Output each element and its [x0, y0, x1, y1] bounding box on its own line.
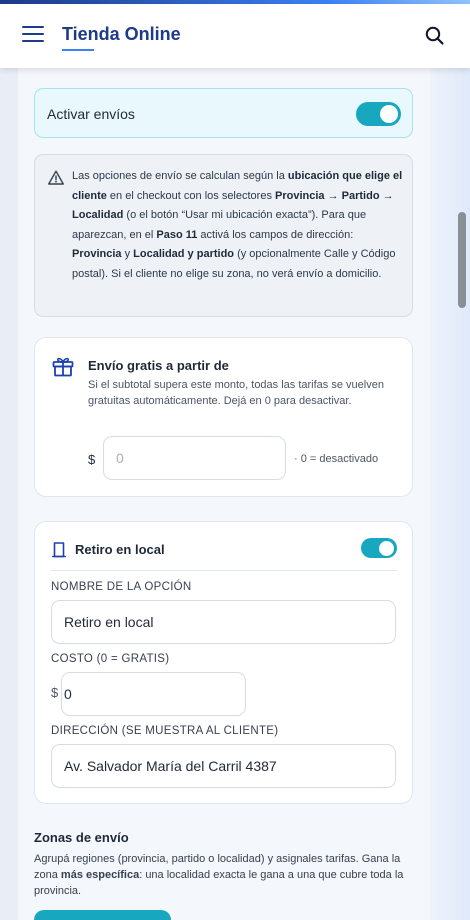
app-header: Tienda Online [0, 4, 470, 68]
shipping-zones-description: Agrupá regiones (provincia, partido o lo… [34, 851, 414, 899]
shipping-zones-title: Zonas de envío [34, 830, 129, 845]
info-text-segment: y [121, 248, 134, 260]
scrollbar-track[interactable] [455, 68, 470, 920]
toggle-knob [379, 540, 394, 556]
page-background-left [0, 68, 18, 920]
free-shipping-title: Envío gratis a partir de [88, 358, 229, 373]
enable-shipping-label: Activar envíos [47, 106, 135, 122]
free-shipping-threshold-input[interactable]: 0 [103, 436, 286, 480]
info-text-segment: en el checkout con los selectores [106, 189, 276, 202]
shipping-info-text: Las opciones de envío se calculan según … [72, 167, 404, 284]
info-text-segment: Las opciones de envío se calculan según … [72, 170, 288, 182]
address-input[interactable]: Av. Salvador María del Carril 4387 [51, 744, 396, 788]
pickup-toggle[interactable] [361, 538, 397, 558]
store-icon [51, 540, 67, 563]
info-text-segment: Localidad y partido [133, 248, 235, 260]
store-title: Tienda Online [62, 24, 181, 44]
free-shipping-description: Si el subtotal supera este monto, todas … [88, 379, 384, 407]
info-text-segment: Paso 11 [156, 228, 198, 241]
address-label: DIRECCIÓN (SE MUESTRA AL CLIENTE) [51, 725, 279, 737]
cost-currency-symbol: $ [51, 685, 59, 700]
search-icon[interactable] [423, 24, 447, 48]
option-name-input[interactable]: Retiro en local [51, 600, 396, 644]
cost-value: 0 [64, 686, 72, 702]
cost-input[interactable]: 0 [61, 672, 246, 716]
enable-shipping-toggle[interactable] [356, 102, 401, 126]
store-pickup-card: Retiro en local NOMBRE DE LA OPCIÓN Reti… [34, 521, 413, 804]
free-shipping-hint: · 0 = desactivado [294, 453, 379, 465]
enable-shipping-row: Activar envíos [34, 88, 413, 138]
shipping-info-box: Las opciones de envío se calculan según … [34, 154, 413, 317]
currency-symbol: $ [88, 452, 96, 467]
pickup-divider [51, 570, 397, 571]
info-text-segment: Provincia [72, 248, 122, 260]
title-underline [62, 49, 94, 51]
address-value: Av. Salvador María del Carril 4387 [64, 758, 277, 774]
info-text-segment: activá los campos de dirección: [197, 228, 354, 241]
pickup-title: Retiro en local [75, 542, 165, 557]
zones-text-segment: más específica [60, 869, 140, 881]
add-zone-button[interactable] [34, 910, 171, 920]
warning-icon [47, 169, 65, 192]
cost-label: COSTO (0 = GRATIS) [51, 653, 170, 665]
hamburger-menu-icon[interactable] [22, 26, 44, 46]
gift-icon [51, 354, 75, 383]
option-name-value: Retiro en local [64, 614, 154, 630]
toggle-knob [380, 105, 398, 123]
option-name-label: NOMBRE DE LA OPCIÓN [51, 581, 192, 593]
free-shipping-card: Envío gratis a partir de Si el subtotal … [34, 337, 413, 497]
scrollbar-thumb[interactable] [458, 212, 466, 308]
threshold-placeholder: 0 [116, 450, 124, 466]
